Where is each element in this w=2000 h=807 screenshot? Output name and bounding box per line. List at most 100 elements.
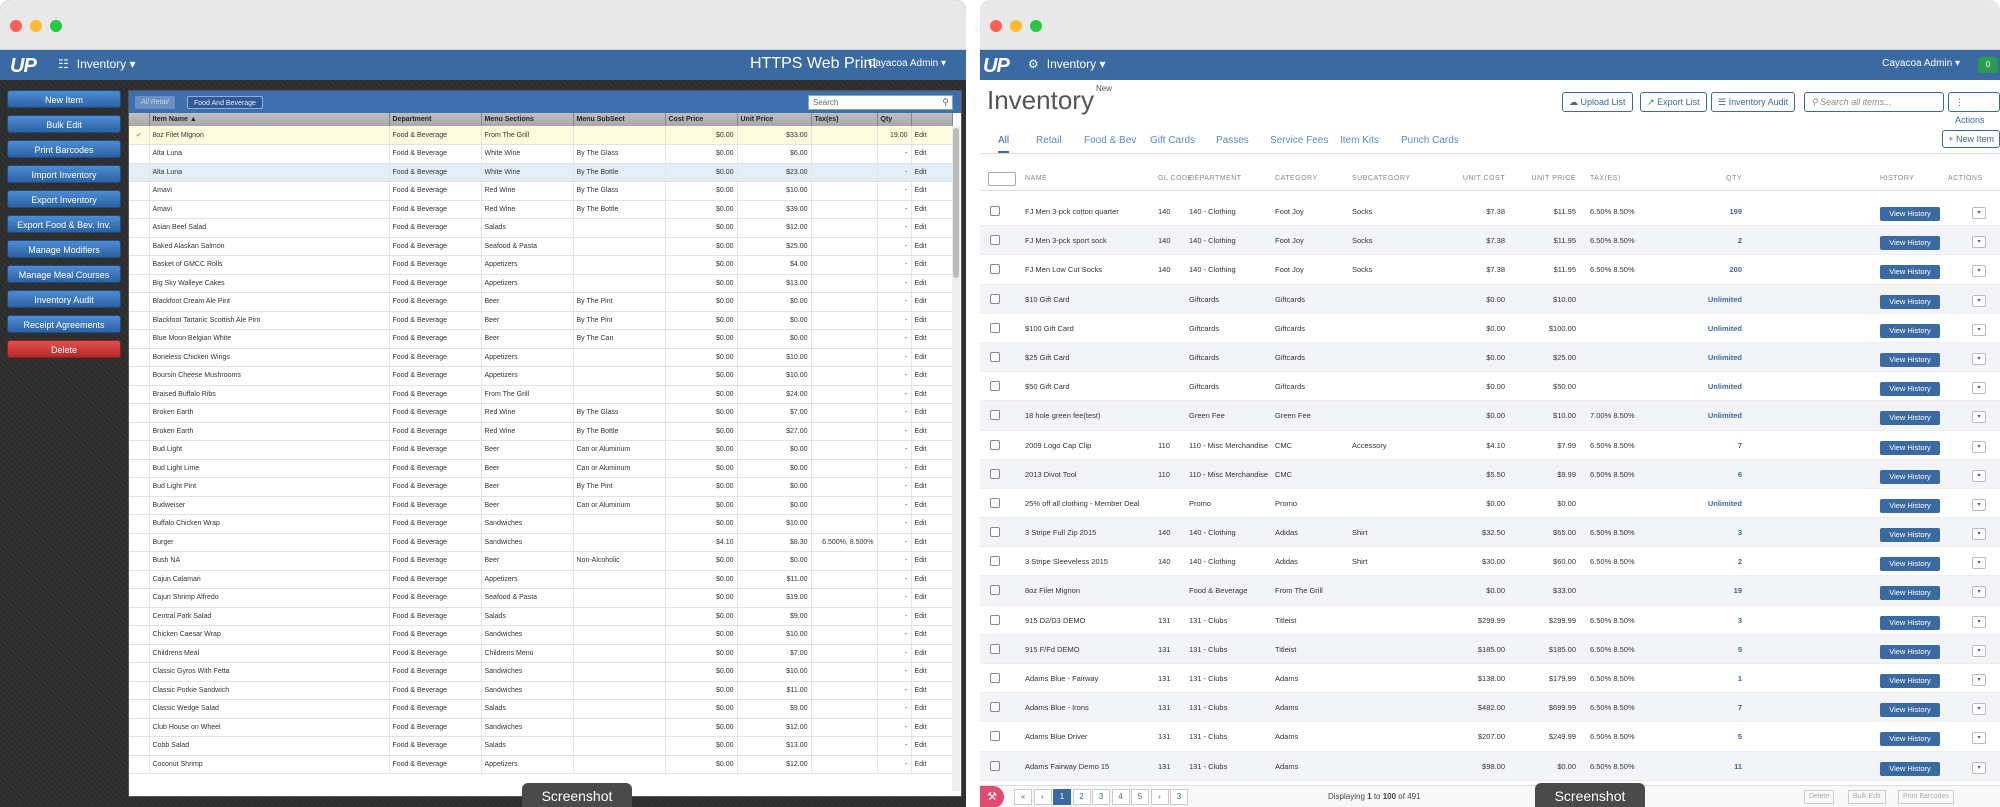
row-checkbox[interactable] <box>990 381 1000 392</box>
tab-gift-cards[interactable]: Gift Cards <box>1150 135 1195 146</box>
edit-link[interactable]: Edit <box>911 570 953 589</box>
row-checkbox[interactable] <box>129 274 150 293</box>
new-item-button[interactable]: + New Item <box>1942 130 2000 148</box>
row-actions-dropdown[interactable]: ▾ <box>1972 644 1986 657</box>
view-history-button[interactable]: View History <box>1880 265 1940 280</box>
table-row[interactable]: $100 Gift Card Giftcards Giftcards $0.00 $10… <box>980 314 2000 343</box>
table-row[interactable]: Budweiser Food & Beverage Beer Can or Alumi… <box>129 496 953 515</box>
table-row[interactable]: Bud Light Pint Food & Beverage Beer By The … <box>129 477 953 497</box>
row-checkbox[interactable] <box>990 673 1000 683</box>
row-checkbox[interactable] <box>129 181 150 201</box>
table-row[interactable]: Adams Blue - Irons 131 131 - Clubs Adams $48… <box>980 693 2000 723</box>
row-checkbox[interactable] <box>129 533 150 552</box>
edit-link[interactable]: Edit <box>911 551 953 571</box>
search-icon[interactable]: ⚲ <box>942 97 949 108</box>
pin-icon[interactable]: ⚒ <box>980 786 1004 807</box>
table-row[interactable]: Basket of GMCC Rolls Food & Beverage Appet… <box>129 255 953 275</box>
tab-service-fees[interactable]: Service Fees <box>1270 135 1328 146</box>
sidebar-button-print-barcodes[interactable]: Print Barcodes <box>7 140 121 158</box>
table-row[interactable]: 2009 Logo Cap Clip 110 110 - Misc Merchand… <box>980 431 2000 460</box>
table-row[interactable]: Asian Beef Salad Food & Beverage Salads $0.… <box>129 218 953 238</box>
table-row[interactable]: Cobb Salad Food & Beverage Salads $0.00 $13.… <box>129 736 953 756</box>
sidebar-button-export-inventory[interactable]: Export Inventory <box>7 190 121 208</box>
table-row[interactable]: 3 Stripe Sleeveless 2015 140 140 - Clothin… <box>980 547 2000 577</box>
tab-passes[interactable]: Passes <box>1216 135 1249 146</box>
row-actions-dropdown[interactable]: ▾ <box>1972 615 1986 628</box>
edit-link[interactable]: Edit <box>911 422 953 441</box>
edit-link[interactable]: Edit <box>911 514 953 534</box>
tab-item-kits[interactable]: Item Kits <box>1340 135 1379 146</box>
view-history-button[interactable]: View History <box>1880 440 1940 455</box>
row-checkbox[interactable] <box>129 570 150 589</box>
row-actions-dropdown[interactable]: ▾ <box>1972 265 1986 278</box>
row-checkbox[interactable] <box>129 440 150 460</box>
table-row[interactable]: Bud Light Lime Food & Beverage Beer Can or … <box>129 459 953 478</box>
row-checkbox[interactable] <box>129 422 150 441</box>
column-header[interactable]: Item Name ▲ <box>149 113 390 126</box>
row-actions-dropdown[interactable]: ▾ <box>1972 352 1986 365</box>
row-checkbox[interactable] <box>990 322 1000 333</box>
edit-link[interactable]: Edit <box>911 144 953 164</box>
edit-link[interactable]: Edit <box>911 681 953 700</box>
row-checkbox[interactable] <box>129 736 150 756</box>
row-checkbox[interactable] <box>990 351 1000 362</box>
table-row[interactable]: Bud Light Food & Beverage Beer Can or Alumi… <box>129 440 953 460</box>
table-row[interactable]: 8oz Filet Mignon Food & Beverage From The … <box>980 576 2000 606</box>
row-checkbox[interactable] <box>990 439 1000 450</box>
row-checkbox[interactable] <box>129 662 150 682</box>
row-checkbox[interactable] <box>129 255 150 275</box>
row-checkbox[interactable] <box>129 292 150 312</box>
row-checkbox[interactable] <box>129 477 150 497</box>
tab-punch-cards[interactable]: Punch Cards <box>1401 135 1459 146</box>
row-checkbox[interactable] <box>990 293 1000 304</box>
row-checkbox[interactable] <box>990 206 1000 216</box>
sidebar-button-export-food-bev-inv-[interactable]: Export Food & Bev. Inv. <box>7 215 121 233</box>
minimize-window-button[interactable] <box>1010 20 1022 32</box>
table-row[interactable]: $10 Gift Card Giftcards Giftcards $0.00 $10.… <box>980 284 2000 314</box>
actions-button[interactable]: ⋮ Actions <box>1948 92 2000 125</box>
row-actions-dropdown[interactable]: ▾ <box>1972 703 1986 716</box>
row-checkbox[interactable] <box>129 681 150 700</box>
row-checkbox[interactable] <box>990 235 1000 246</box>
edit-link[interactable]: Edit <box>911 440 953 460</box>
view-history-button[interactable]: View History <box>1880 236 1940 251</box>
tab-food-bev[interactable]: Food & Bev <box>1084 135 1136 146</box>
sidebar-button-inventory-audit[interactable]: Inventory Audit <box>7 290 121 308</box>
close-window-button[interactable] <box>10 20 22 32</box>
row-checkbox[interactable] <box>129 718 150 737</box>
edit-link[interactable]: Edit <box>911 644 953 663</box>
table-row[interactable]: Chicken Caesar Wrap Food & Beverage Sandwi… <box>129 625 953 645</box>
app-logo[interactable]: UP <box>10 55 37 78</box>
row-checkbox[interactable] <box>129 237 150 256</box>
row-checkbox[interactable] <box>129 755 150 774</box>
row-actions-dropdown[interactable]: ▾ <box>1972 586 1986 599</box>
row-checkbox[interactable] <box>129 144 150 164</box>
table-row[interactable]: 18 hole green fee(test) Green Fee Green Fe… <box>980 401 2000 431</box>
row-checkbox[interactable] <box>129 514 150 534</box>
row-checkbox[interactable] <box>129 218 150 238</box>
table-row[interactable]: Childrens Meal Food & Beverage Childrens M… <box>129 644 953 663</box>
table-row[interactable]: Classic Gyros With Fetta Food & Beverage S… <box>129 662 953 682</box>
table-row[interactable]: ✔ 8oz Filet Mignon Food & Beverage From The… <box>129 126 953 145</box>
table-row[interactable]: Cajun Calamari Food & Beverage Appetizers $… <box>129 570 953 589</box>
edit-link[interactable]: Edit <box>911 200 953 219</box>
inventory-audit-button[interactable]: ☰ Inventory Audit <box>1711 92 1796 112</box>
row-actions-dropdown[interactable]: ▾ <box>1972 382 1986 395</box>
table-row[interactable]: Classic Porkie Sandwich Food & Beverage Sa… <box>129 681 953 700</box>
sidebar-button-manage-modifiers[interactable]: Manage Modifiers <box>7 240 121 258</box>
row-checkbox[interactable] <box>990 527 1000 538</box>
view-history-button[interactable]: View History <box>1880 528 1940 543</box>
table-row[interactable]: Broken Earth Food & Beverage Red Wine By Th… <box>129 403 953 423</box>
table-row[interactable]: Braised Buffalo Ribs Food & Beverage From … <box>129 385 953 404</box>
table-row[interactable]: Adams Blue - Fairway 131 131 - Clubs Adams $… <box>980 664 2000 694</box>
maximize-window-button[interactable] <box>1030 20 1042 32</box>
table-row[interactable]: Buffalo Chicken Wrap Food & Beverage Sandw… <box>129 514 953 534</box>
row-checkbox[interactable] <box>990 643 1000 654</box>
row-checkbox[interactable] <box>990 264 1000 275</box>
row-checkbox[interactable] <box>129 348 150 367</box>
edit-link[interactable]: Edit <box>911 459 953 478</box>
row-checkbox[interactable] <box>129 385 150 404</box>
row-actions-dropdown[interactable]: ▾ <box>1972 528 1986 541</box>
user-menu[interactable]: Cayacoa Admin ▾ <box>1882 58 1960 69</box>
edit-link[interactable]: Edit <box>911 237 953 256</box>
